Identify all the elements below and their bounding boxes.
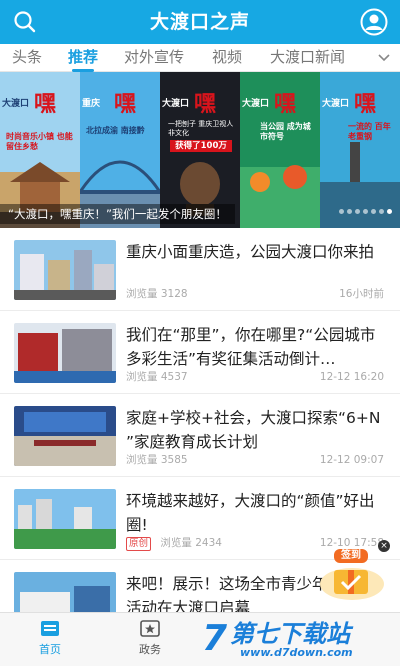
watermark: 7 第七下载站 www.d7down.com <box>196 612 400 666</box>
banner-badge: 获得了100万 <box>170 140 232 152</box>
views-label: 浏览量 <box>160 537 192 549</box>
banner-brand: 大渡口 <box>322 99 350 109</box>
carousel-dot-active[interactable] <box>387 209 392 214</box>
carousel-dot[interactable] <box>339 209 344 214</box>
news-thumbnail <box>14 489 116 549</box>
banner-hei: 嘿 <box>194 92 217 117</box>
nav-government-label: 政务 <box>139 643 161 656</box>
publish-time: 12-12 16:20 <box>319 371 384 383</box>
banner-caption: “大渡口，嘿重庆！”我们一起发个朋友圈！ <box>0 204 235 224</box>
banner-subtitle: 一把刨子 重庆卫视人非文化 <box>168 120 234 137</box>
banner-subtitle: 一流的 百年老重钢 <box>348 122 391 141</box>
news-thumbnail <box>14 240 116 300</box>
banner-panel: 大渡口 嘿 当公园 成为城市符号 <box>240 72 320 228</box>
news-item[interactable]: 我们在“那里”，你在哪里?“公园城市 多彩生活”有奖征集活动倒计… 浏览量 45… <box>0 311 400 394</box>
news-meta: 浏览量 3585 12-12 09:07 <box>126 452 388 468</box>
tab-headlines[interactable]: 头条 <box>12 44 42 72</box>
home-icon <box>41 621 59 636</box>
carousel-dot[interactable] <box>379 209 384 214</box>
views-count: 4537 <box>160 371 188 383</box>
government-icon <box>140 620 160 637</box>
carousel-dots <box>336 199 392 218</box>
tab-video[interactable]: 视频 <box>212 44 242 72</box>
news-thumbnail <box>14 406 116 466</box>
news-title: 家庭+学校+社会，大渡口探索“6+N ”家庭教育成长计划 <box>126 409 381 451</box>
banner-brand: 重庆 <box>82 99 101 109</box>
news-item[interactable]: 家庭+学校+社会，大渡口探索“6+N ”家庭教育成长计划 浏览量 3585 12… <box>0 394 400 477</box>
original-tag: 原创 <box>126 537 152 551</box>
tab-recommended[interactable]: 推荐 <box>68 44 98 72</box>
banner-subtitle: 时尚音乐小镇 也能留住乡愁 <box>6 132 73 151</box>
banner-hei: 嘿 <box>354 92 377 117</box>
signin-label: 签到 <box>334 549 368 563</box>
watermark-logo: 7 <box>202 618 227 656</box>
carousel-dot[interactable] <box>371 209 376 214</box>
svg-text:7: 7 <box>202 618 227 656</box>
banner-carousel[interactable]: 大渡口 嘿 时尚音乐小镇 也能留住乡愁 重庆 嘿 北拉成渝 南接黔 大渡口 嘿 … <box>0 72 400 228</box>
news-title: 环境越来越好，大渡口的“颜值”好出圈! <box>126 492 375 534</box>
banner-brand: 大渡口 <box>162 99 190 109</box>
app-header: 大渡口之声 <box>0 0 400 44</box>
tab-external-publicity[interactable]: 对外宣传 <box>124 44 184 72</box>
banner-hei: 嘿 <box>274 92 297 117</box>
close-icon[interactable]: × <box>378 540 390 552</box>
nav-home-label: 首页 <box>39 643 61 656</box>
news-title: 我们在“那里”，你在哪里?“公园城市 多彩生活”有奖征集活动倒计… <box>126 326 376 368</box>
signin-widget[interactable]: 签到 × <box>312 540 390 602</box>
tab-dadukou-news[interactable]: 大渡口新闻 <box>270 44 345 72</box>
nav-home[interactable]: 首页 <box>20 613 80 666</box>
publish-time: 16小时前 <box>339 288 384 300</box>
carousel-dot[interactable] <box>363 209 368 214</box>
carousel-dot[interactable] <box>347 209 352 214</box>
news-meta: 浏览量 4537 12-12 16:20 <box>126 369 388 385</box>
app-title: 大渡口之声 <box>149 11 250 33</box>
banner-hei: 嘿 <box>114 92 137 117</box>
banner-subtitle: 北拉成渝 南接黔 <box>86 126 145 135</box>
views-label: 浏览量 <box>126 454 158 466</box>
views-label: 浏览量 <box>126 371 158 383</box>
watermark-url: www.d7down.com <box>240 646 353 659</box>
publish-time: 12-12 09:07 <box>319 454 384 466</box>
banner-brand: 大渡口 <box>2 99 30 109</box>
views-count: 3128 <box>160 288 188 300</box>
news-item[interactable]: 重庆小面重庆造，公园大渡口你来拍 浏览量 3128 16小时前 <box>0 228 400 311</box>
news-title: 重庆小面重庆造，公园大渡口你来拍 <box>126 243 375 261</box>
category-tabs: 头条 推荐 对外宣传 视频 大渡口新闻 <box>0 44 400 72</box>
views-count: 2434 <box>195 537 222 549</box>
banner-subtitle: 当公园 成为城市符号 <box>260 122 311 141</box>
views-label: 浏览量 <box>126 288 158 300</box>
carousel-dot[interactable] <box>355 209 360 214</box>
news-thumbnail <box>14 323 116 383</box>
banner-hei: 嘿 <box>34 92 57 117</box>
watermark-text: 第七下载站 <box>230 620 350 648</box>
nav-government[interactable]: 政务 <box>120 613 180 666</box>
chevron-down-icon[interactable] <box>376 50 392 66</box>
news-meta: 浏览量 3128 16小时前 <box>126 286 388 302</box>
user-avatar-icon[interactable] <box>360 8 388 36</box>
views-count: 3585 <box>160 454 188 466</box>
banner-brand: 大渡口 <box>242 99 270 109</box>
